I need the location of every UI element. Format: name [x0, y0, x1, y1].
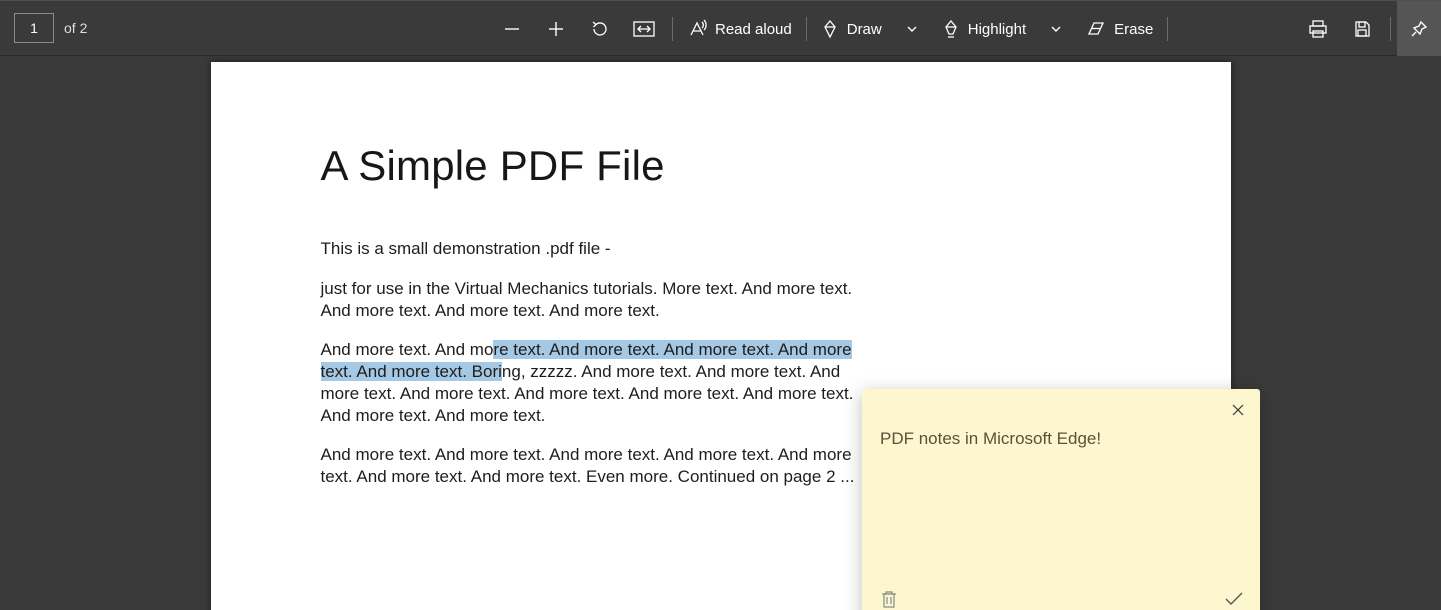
erase-label: Erase [1114, 21, 1153, 38]
text-run: And more text. And mo [321, 340, 494, 359]
separator [1167, 17, 1168, 41]
separator [1390, 17, 1391, 41]
close-icon [1231, 403, 1245, 417]
page-total-label: of 2 [64, 20, 87, 36]
paragraph: And more text. And more text. And more t… [321, 339, 861, 426]
rotate-button[interactable] [578, 1, 622, 57]
highlighter-icon [942, 19, 960, 39]
minus-icon [503, 20, 521, 38]
save-icon [1353, 20, 1371, 38]
pdf-toolbar: of 2 Read aloud Draw Highlight [0, 0, 1441, 56]
pen-icon [821, 19, 839, 39]
trash-icon [880, 589, 898, 609]
note-close-button[interactable] [1226, 398, 1250, 422]
highlight-dropdown[interactable] [1034, 1, 1078, 57]
page-number-input[interactable] [14, 13, 54, 43]
read-aloud-icon [687, 19, 707, 39]
page-indicator: of 2 [0, 13, 87, 43]
separator [806, 17, 807, 41]
zoom-in-button[interactable] [534, 1, 578, 57]
fit-page-icon [633, 21, 655, 37]
draw-dropdown[interactable] [890, 1, 934, 57]
print-button[interactable] [1296, 1, 1340, 57]
note-text[interactable]: PDF notes in Microsoft Edge! [862, 425, 1260, 585]
pdf-viewport: A Simple PDF File This is a small demons… [0, 56, 1441, 610]
zoom-out-button[interactable] [490, 1, 534, 57]
pin-toolbar-button[interactable] [1397, 1, 1441, 57]
rotate-icon [590, 19, 610, 39]
eraser-icon [1086, 20, 1106, 38]
printer-icon [1308, 19, 1328, 39]
paragraph: This is a small demonstration .pdf file … [321, 238, 861, 260]
draw-label: Draw [847, 21, 882, 38]
paragraph: just for use in the Virtual Mechanics tu… [321, 278, 861, 322]
paragraph: And more text. And more text. And more t… [321, 444, 861, 488]
erase-button[interactable]: Erase [1078, 1, 1161, 57]
chevron-down-icon [905, 22, 919, 36]
pin-icon [1410, 20, 1428, 38]
plus-icon [547, 20, 565, 38]
chevron-down-icon [1049, 22, 1063, 36]
fit-page-button[interactable] [622, 1, 666, 57]
read-aloud-button[interactable]: Read aloud [679, 1, 800, 57]
draw-button[interactable]: Draw [813, 1, 890, 57]
note-confirm-button[interactable] [1224, 591, 1244, 610]
document-title: A Simple PDF File [321, 142, 1131, 190]
highlight-label: Highlight [968, 21, 1026, 38]
read-aloud-label: Read aloud [715, 21, 792, 38]
note-delete-button[interactable] [880, 589, 898, 610]
note-footer [862, 585, 1260, 610]
separator [672, 17, 673, 41]
highlight-button[interactable]: Highlight [934, 1, 1034, 57]
pdf-note-popup[interactable]: PDF notes in Microsoft Edge! [862, 389, 1260, 610]
note-header [862, 389, 1260, 425]
save-button[interactable] [1340, 1, 1384, 57]
checkmark-icon [1224, 591, 1244, 607]
